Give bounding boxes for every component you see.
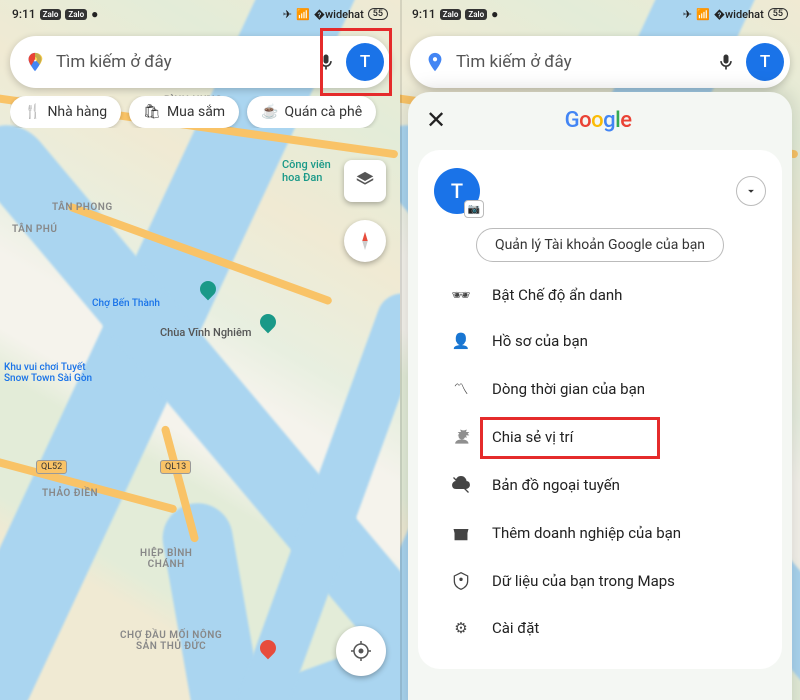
compass-icon [354,230,376,252]
manage-account-button[interactable]: Quản lý Tài khoản Google của bạn [476,228,724,262]
data-icon [450,571,472,591]
menu-label: Thêm doanh nghiệp của bạn [492,524,681,542]
incognito-icon: 🕶 [450,286,472,304]
chevron-down-icon [744,184,758,198]
account-switcher[interactable] [736,176,766,206]
menu-add-business[interactable]: Thêm doanh nghiệp của bạn [434,509,766,557]
close-icon[interactable]: ✕ [426,106,446,134]
layers-button[interactable] [344,160,386,202]
chip-label: Nhà hàng [47,104,107,120]
status-notif-icon: ● [491,7,498,21]
menu-label: Cài đặt [492,619,539,637]
locate-button[interactable] [336,626,386,676]
map-district-thao-dien: THẢO ĐIỀN [42,488,98,499]
map-district-hiep-binh: HIỆP BÌNH CHÁNH [140,548,192,570]
map-poi-market[interactable]: Chợ Bến Thành [92,298,160,309]
bag-icon: 🛍 [143,104,161,120]
search-input[interactable]: Tìm kiếm ở đây [56,52,306,72]
fork-knife-icon: 🍴 [24,104,41,120]
map-district-tan-phu: TÂN PHÚ [12,224,57,235]
status-time: 9:11 [412,7,436,21]
account-avatar[interactable]: T [346,43,384,81]
right-pane: BÌNH HƯNG 9:11 Zalo Zalo ● ✈ 📶 �widehat … [400,0,800,700]
map-poi-park[interactable]: Công viên hoa Đan [282,158,331,184]
coffee-icon: ☕ [261,104,278,120]
google-maps-logo-icon [24,51,46,73]
search-input: Tìm kiếm ở đây [456,52,706,72]
menu-label: Dữ liệu của bạn trong Maps [492,572,675,590]
category-chips: 🍴 Nhà hàng 🛍 Mua sắm ☕ Quán cà phê [10,96,400,128]
status-time: 9:11 [12,7,36,21]
timeline-icon: 〽 [450,378,472,399]
mic-icon[interactable] [316,48,336,76]
map-district-tan-phong: TÂN PHONG [52,202,113,213]
status-app-chip: Zalo [40,9,62,20]
settings-icon: ⚙ [450,619,472,637]
chip-shopping[interactable]: 🛍 Mua sắm [129,96,239,128]
share-location-icon [450,427,472,447]
menu-label: Dòng thời gian của bạn [492,380,645,398]
menu-label: Bản đồ ngoại tuyến [492,476,620,494]
status-app-chip: Zalo [65,9,87,20]
gps-icon [349,639,373,663]
menu-list: 🕶 Bật Chế độ ẩn danh 👤 Hồ sơ của bạn 〽 D… [434,272,766,651]
route-badge-ql13: QL13 [160,460,191,474]
chip-restaurants[interactable]: 🍴 Nhà hàng [10,96,121,128]
menu-your-data[interactable]: Dữ liệu của bạn trong Maps [434,557,766,605]
map-poi-temple[interactable]: Chùa Vĩnh Nghiêm [160,326,251,339]
search-bar[interactable]: Tìm kiếm ở đây T [10,36,390,88]
menu-share-location[interactable]: Chia sẻ vị trí [434,413,766,461]
menu-incognito[interactable]: 🕶 Bật Chế độ ẩn danh [434,272,766,318]
account-card: T 📷 Quản lý Tài khoản Google của bạn 🕶 B… [418,150,782,669]
chip-coffee[interactable]: ☕ Quán cà phê [247,96,376,128]
location-icon: ✈ [283,8,292,21]
compass-button[interactable] [344,220,386,262]
profile-icon: 👤 [450,332,472,350]
route-badge-ql52: QL52 [36,460,67,474]
account-avatar: T [746,43,784,81]
account-sheet: ✕ Google T 📷 Quản lý Tài khoản Google củ… [408,92,792,700]
menu-label: Hồ sơ của bạn [492,332,588,350]
layers-icon [354,170,376,192]
google-logo: Google [565,108,632,133]
menu-offline-maps[interactable]: Bản đồ ngoại tuyến [434,461,766,509]
status-app-chip: Zalo [440,9,462,20]
menu-timeline[interactable]: 〽 Dòng thời gian của bạn [434,364,766,413]
mic-icon [716,48,736,76]
signal-icon: 📶 [696,8,710,21]
menu-label: Bật Chế độ ẩn danh [492,286,622,304]
battery-icon: 55 [768,8,788,20]
menu-settings[interactable]: ⚙ Cài đặt [434,605,766,651]
map-poi-snow-town[interactable]: Khu vui chơi Tuyết Snow Town Sài Gòn [4,362,92,384]
search-bar: Tìm kiếm ở đây T [410,36,790,88]
chip-label: Quán cà phê [285,104,363,120]
business-icon [450,523,472,543]
camera-icon[interactable]: 📷 [464,200,484,218]
status-bar: 9:11 Zalo Zalo ● ✈ 📶 �widehat 55 [400,0,800,28]
status-bar: 9:11 Zalo Zalo ● ✈ 📶 �widehat 55 [0,0,400,28]
status-app-chip: Zalo [465,9,487,20]
location-icon: ✈ [683,8,692,21]
battery-icon: 55 [368,8,388,20]
map-district-cho-dau-moi: CHỢ ĐẦU MỐI NÔNG SẢN THỦ ĐỨC [120,630,222,652]
menu-label: Chia sẻ vị trí [492,428,573,446]
left-pane: BÌNH HƯNG TÂN PHONG TÂN PHÚ THẢO ĐIỀN HI… [0,0,400,700]
wifi-icon: �widehat [314,8,364,21]
map-pin-temple-icon [257,311,280,334]
offline-icon [450,475,472,495]
wifi-icon: �widehat [714,8,764,21]
chip-label: Mua sắm [167,104,225,120]
signal-icon: 📶 [296,8,310,21]
google-maps-logo-icon [424,51,446,73]
status-notif-icon: ● [91,7,98,21]
account-avatar-large[interactable]: T 📷 [434,168,480,214]
menu-profile[interactable]: 👤 Hồ sơ của bạn [434,318,766,364]
